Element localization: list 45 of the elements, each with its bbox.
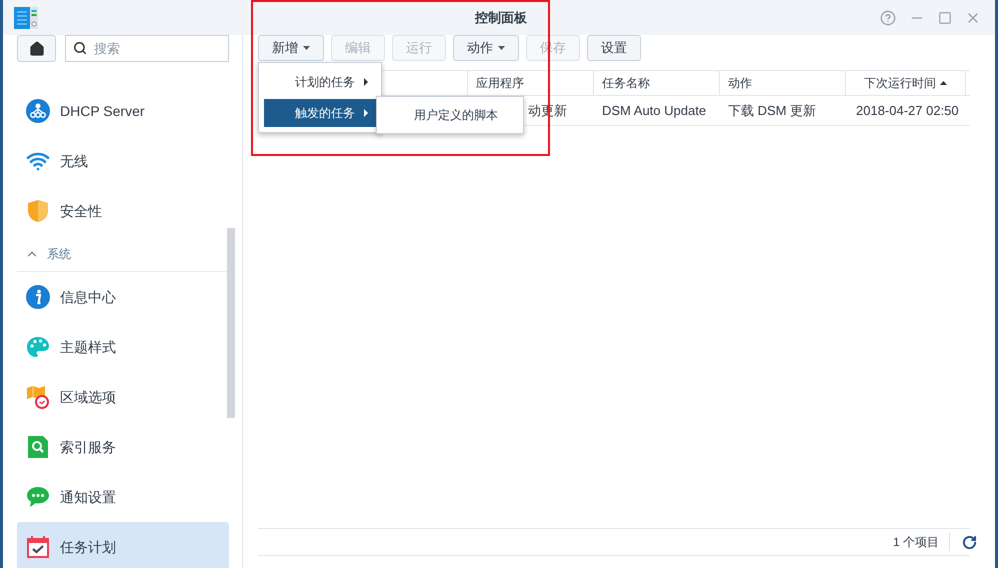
- scrollbar[interactable]: [227, 228, 235, 418]
- home-icon: [28, 40, 44, 56]
- column-header[interactable]: 动作: [720, 71, 846, 95]
- sidebar-item[interactable]: 区域选项: [17, 372, 229, 422]
- control-panel-app-icon: [13, 4, 39, 30]
- sort-ascending-icon: [940, 81, 947, 85]
- toolbar-button[interactable]: 新增: [258, 35, 324, 61]
- menu-item[interactable]: 触发的任务: [264, 99, 376, 127]
- home-button[interactable]: [17, 35, 56, 62]
- map-clock-icon: [26, 385, 50, 409]
- shield-icon: [26, 199, 50, 223]
- column-header[interactable]: 应用程序: [468, 71, 594, 95]
- menu-item[interactable]: 用户定义的脚本: [377, 101, 523, 129]
- calendar-check-icon: [26, 535, 50, 559]
- table-cell-text: DSM Auto Update: [602, 102, 706, 120]
- refresh-icon[interactable]: [962, 534, 977, 550]
- search-icon: [73, 41, 87, 55]
- window-title: 控制面板: [475, 8, 527, 27]
- menu-item[interactable]: 计划的任务: [264, 68, 376, 96]
- help-icon[interactable]: [880, 10, 896, 26]
- column-header[interactable]: 任务名称: [594, 71, 720, 95]
- item-count: 1 个项目: [892, 533, 950, 551]
- toolbar-button[interactable]: 设置: [587, 35, 641, 61]
- search-document-icon: [26, 435, 50, 459]
- section-label: 系统: [47, 246, 71, 262]
- table-cell-text: 下载 DSM 更新: [728, 102, 816, 120]
- table-cell-text: 2018-04-27 02:50: [856, 102, 959, 120]
- chat-bubble-icon: [26, 485, 50, 509]
- sidebar-item[interactable]: 主题样式: [17, 322, 229, 372]
- info-icon: [26, 285, 50, 309]
- submenu-arrow-icon: [364, 109, 368, 117]
- sidebar-item[interactable]: 安全性: [17, 186, 229, 236]
- maximize-icon[interactable]: [938, 10, 952, 24]
- sidebar-item[interactable]: 无线: [17, 136, 229, 186]
- toolbar-button[interactable]: 动作: [453, 35, 519, 61]
- palette-icon: [26, 335, 50, 359]
- sidebar-item[interactable]: 任务计划: [17, 522, 229, 568]
- network-nodes-icon: [26, 99, 50, 123]
- sidebar-item[interactable]: 索引服务: [17, 422, 229, 472]
- sidebar-item[interactable]: 通知设置: [17, 472, 229, 522]
- search-field[interactable]: 搜索: [65, 35, 229, 62]
- sidebar-item[interactable]: 信息中心: [17, 272, 229, 322]
- submenu-arrow-icon: [364, 78, 368, 86]
- column-header[interactable]: 下次运行时间: [846, 71, 966, 95]
- sidebar-item[interactable]: DHCP Server: [17, 86, 229, 136]
